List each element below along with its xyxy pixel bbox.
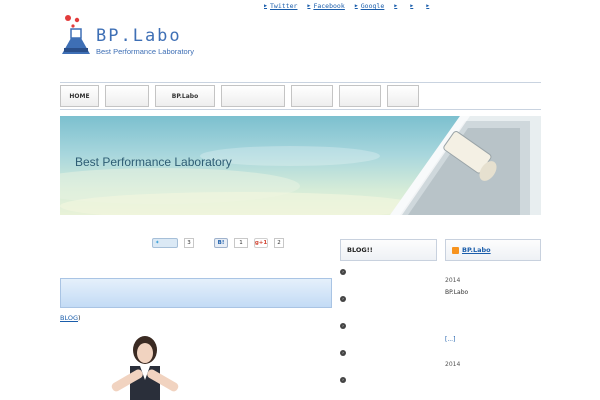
sidebar-blog-heading: BLOG!! [340, 239, 437, 261]
arrow-right-icon: ▶ [354, 3, 358, 9]
tweet-button[interactable]: ✦ [152, 238, 178, 248]
nav-item-6[interactable] [339, 85, 381, 107]
list-item[interactable]: › [340, 348, 437, 366]
hatena-count: 1 [234, 238, 248, 248]
rss-entry-link[interactable] [445, 266, 541, 275]
arrow-bullet-icon: › [340, 323, 346, 329]
hero-subtitle [75, 173, 275, 183]
list-item[interactable]: › [340, 294, 437, 312]
site-logo[interactable]: BP.Labo Best Performance Laboratory [60, 14, 210, 60]
arrow-right-icon: ▶ [426, 3, 430, 9]
nav-item-2[interactable] [105, 85, 149, 107]
rss-entry-date-2: 2014 [445, 361, 461, 368]
nav-item-5[interactable] [291, 85, 333, 107]
sidebar-rss-heading: BP.Labo [445, 239, 541, 261]
logo-sub-text: Best Performance Laboratory [96, 47, 194, 56]
tweet-count: 3 [184, 238, 194, 248]
facebook-link[interactable]: ▶ Facebook [307, 2, 344, 10]
hero-banner: Best Performance Laboratory [60, 116, 541, 215]
arrow-right-icon: ▶ [307, 3, 311, 9]
post-excerpt [204, 333, 336, 381]
arrow-right-icon: ▶ [264, 3, 268, 9]
google-link[interactable]: ▶ Google [355, 2, 385, 10]
sidebar-blog-list: › › › › › [340, 267, 437, 393]
twitter-link[interactable]: ▶ Twitter [264, 2, 297, 10]
list-item[interactable]: › [340, 267, 437, 285]
social-share-bar: ✦ 3 B! 1 g+1 2 [152, 238, 284, 248]
sidebar-blog: BLOG!! › › › › › [340, 239, 437, 400]
twitter-bird-icon: ✦ [155, 240, 160, 246]
woman-cross-arms-image [100, 330, 190, 400]
post-title-bar [60, 278, 332, 308]
arrow-right-icon: ▶ [410, 3, 414, 9]
arrow-bullet-icon: › [340, 377, 346, 383]
hatena-bookmark-button[interactable]: B! [214, 238, 228, 248]
main-nav: HOME BP.Labo [60, 82, 541, 110]
rss-more-link[interactable]: [...] [445, 336, 541, 345]
nav-item-7[interactable] [387, 85, 419, 107]
site-tagline [60, 66, 300, 75]
rss-entry-excerpt: BP.Labo [445, 289, 469, 296]
rss-entry-link-2[interactable] [445, 350, 541, 359]
sidebar-rss: BP.Labo 2014 BP.Labo [...] 2014 [445, 239, 541, 370]
post-source-link[interactable]: BLOG [60, 314, 78, 322]
arrow-bullet-icon: › [340, 350, 346, 356]
logo-main-text: BP.Labo [96, 26, 182, 46]
top-link-4[interactable]: ▶ [394, 2, 400, 10]
arrow-bullet-icon: › [340, 269, 346, 275]
list-item[interactable]: › [340, 375, 437, 393]
rss-icon [452, 246, 459, 254]
arrow-bullet-icon: › [340, 296, 346, 302]
top-link-6[interactable]: ▶ [426, 2, 432, 10]
list-item[interactable]: › [340, 321, 437, 339]
hero-title: Best Performance Laboratory [75, 155, 232, 169]
nav-item-4[interactable] [221, 85, 285, 107]
rss-entry-date: 2014 [445, 277, 461, 284]
post-source-line: BLOG) [60, 314, 81, 322]
site-description [348, 18, 543, 38]
nav-item-home[interactable]: HOME [60, 85, 99, 107]
nav-item-bplabo[interactable]: BP.Labo [155, 85, 215, 107]
flask-icon [62, 15, 90, 54]
arrow-right-icon: ▶ [394, 3, 398, 9]
top-link-5[interactable]: ▶ [410, 2, 416, 10]
post-photo-woman [100, 330, 190, 400]
google-plus-button[interactable]: g+1 [254, 238, 268, 248]
google-plus-count: 2 [274, 238, 284, 248]
top-links: ▶ Twitter ▶ Facebook ▶ Google ▶ ▶ ▶ [264, 2, 432, 10]
